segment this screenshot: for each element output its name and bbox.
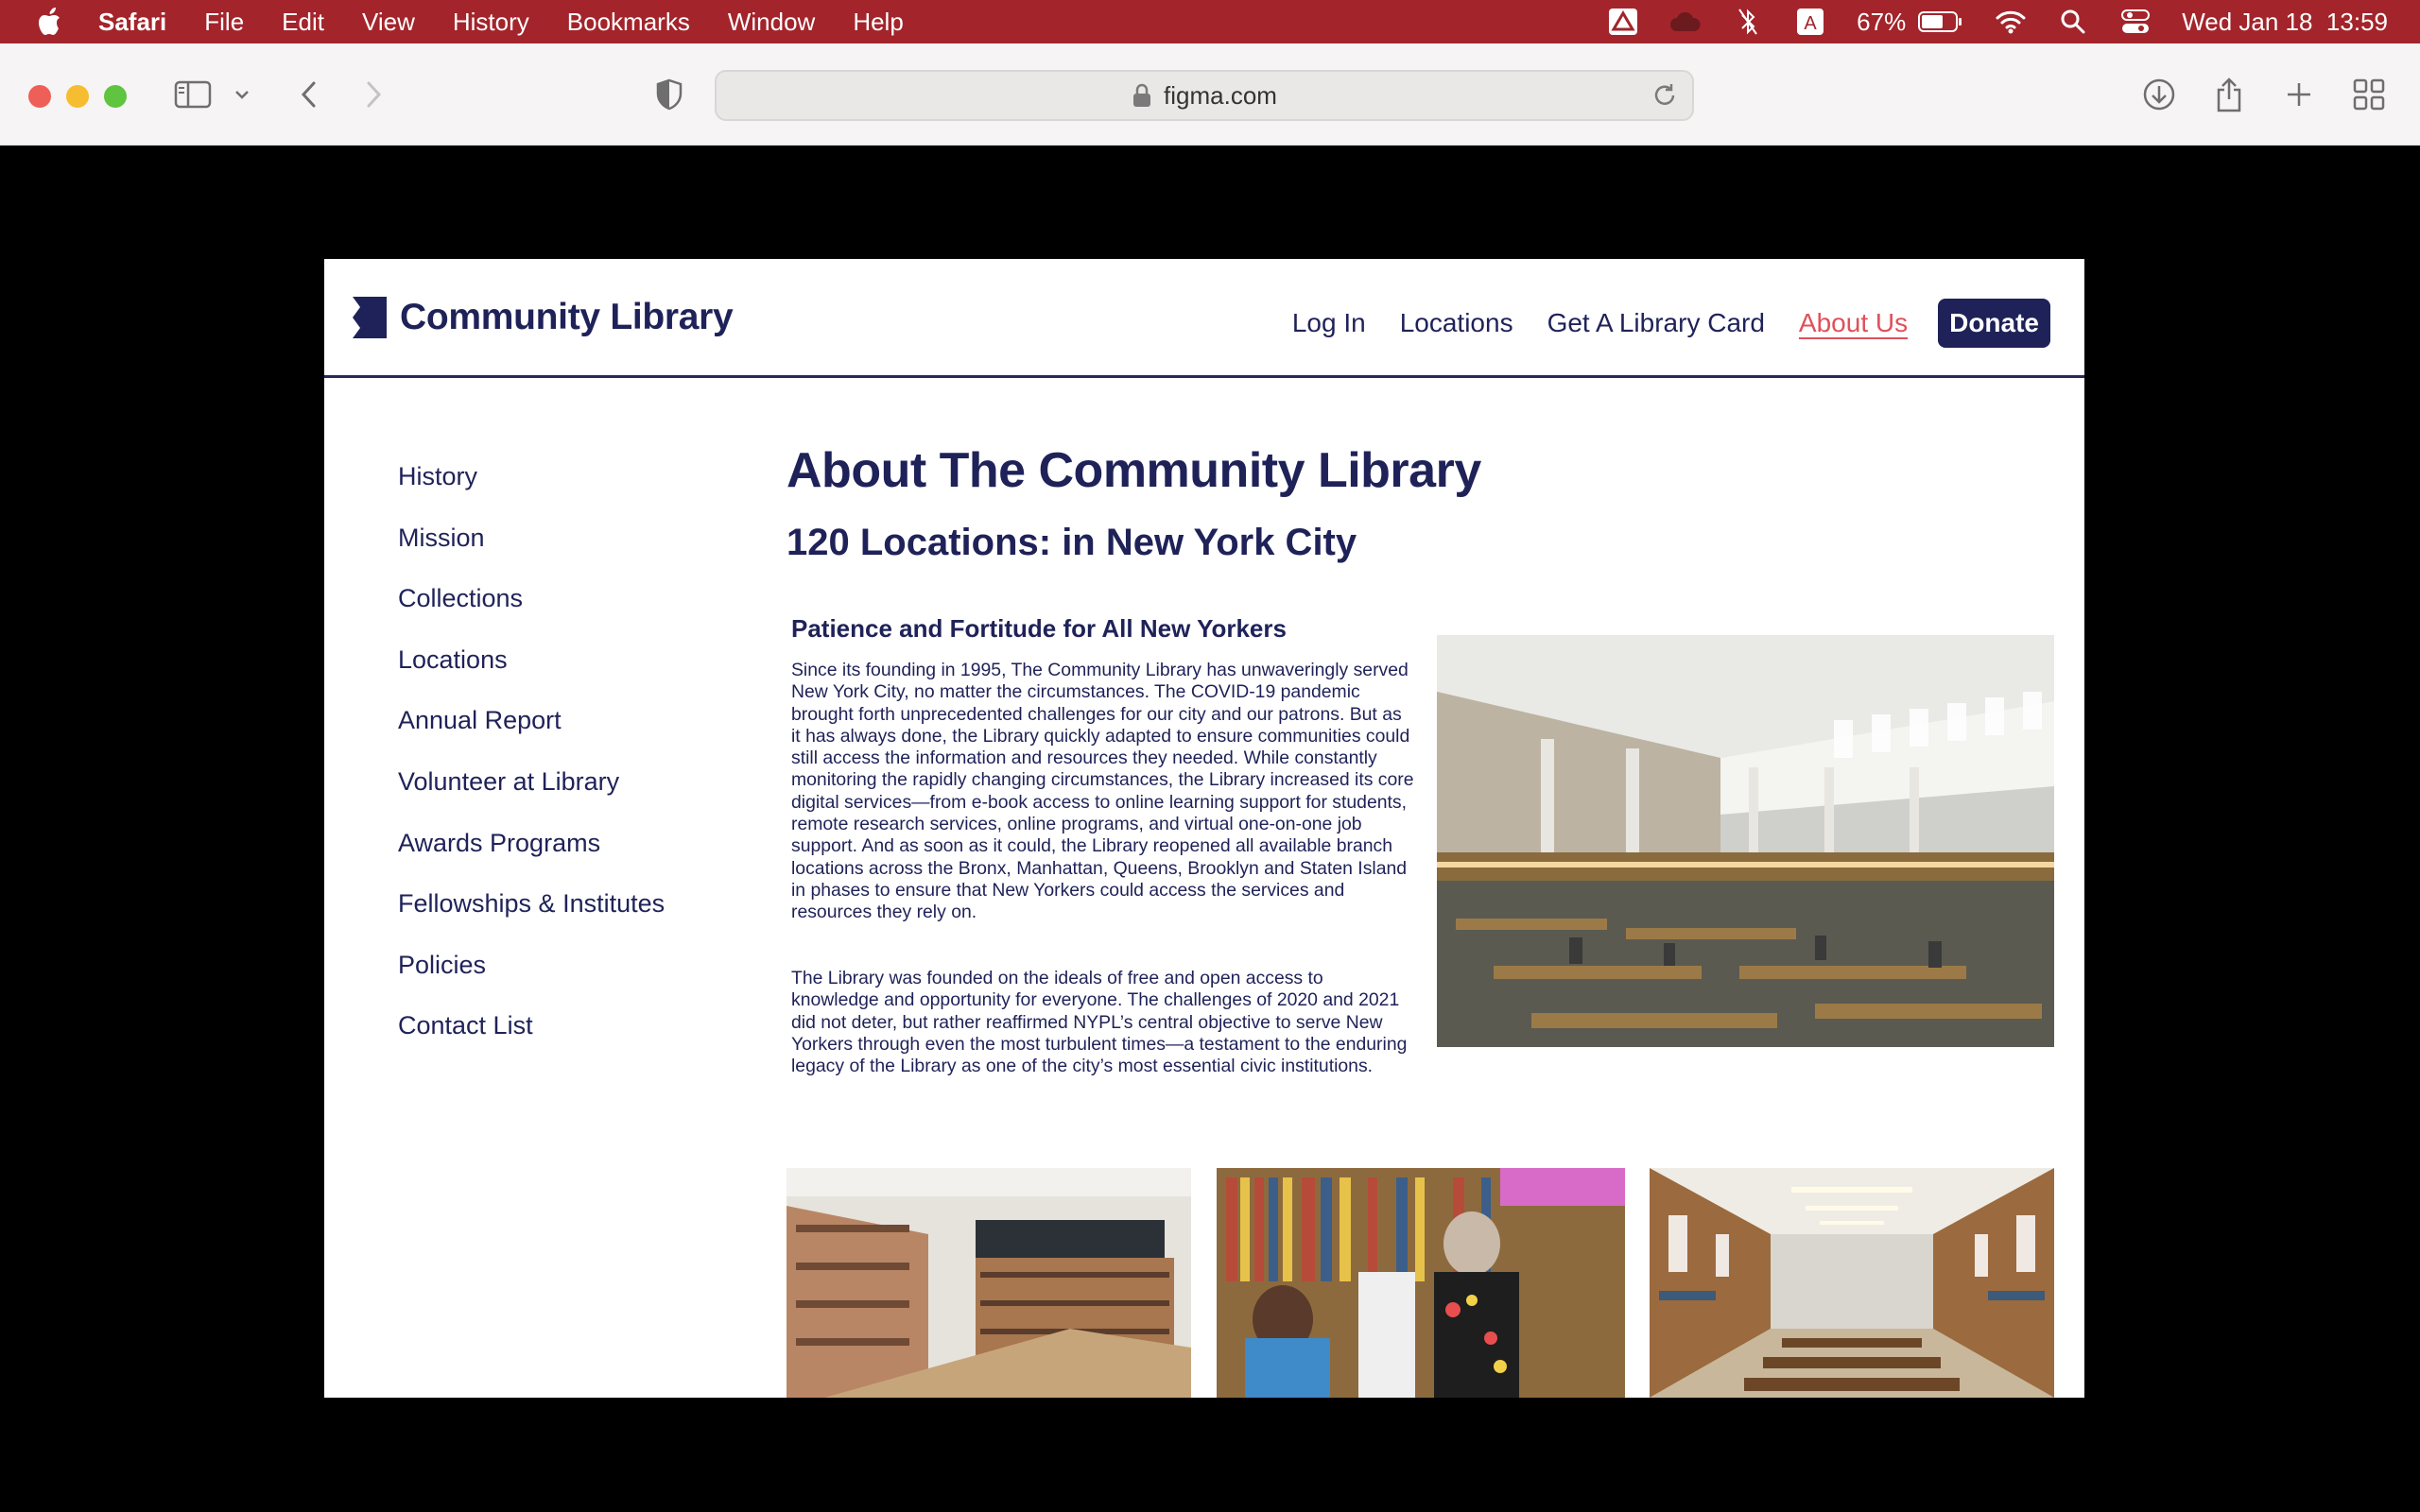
forward-arrow-icon[interactable] bbox=[352, 72, 397, 117]
donate-button[interactable]: Donate bbox=[1938, 299, 2050, 348]
sidebar-item-mission[interactable]: Mission bbox=[398, 519, 665, 580]
zoom-window-button[interactable] bbox=[104, 85, 127, 108]
minimize-window-button[interactable] bbox=[66, 85, 89, 108]
sidebar-item-volunteer[interactable]: Volunteer at Library bbox=[398, 763, 665, 824]
menu-help[interactable]: Help bbox=[853, 8, 903, 37]
body-paragraph-2: The Library was founded on the ideals of… bbox=[791, 968, 1408, 1077]
downloads-icon[interactable] bbox=[2136, 72, 2182, 117]
nav-login-link[interactable]: Log In bbox=[1292, 308, 1366, 338]
menu-file[interactable]: File bbox=[204, 8, 244, 37]
macos-menu-bar: Safari File Edit View History Bookmarks … bbox=[0, 0, 2420, 43]
drive-icon[interactable] bbox=[1607, 6, 1639, 38]
battery-icon[interactable] bbox=[1917, 6, 1964, 38]
sidebar-item-annual-report[interactable]: Annual Report bbox=[398, 701, 665, 763]
menu-window[interactable]: Window bbox=[728, 8, 815, 37]
site-header: Community Library Log In Locations Get A… bbox=[324, 259, 2084, 378]
new-tab-plus-icon[interactable] bbox=[2276, 72, 2322, 117]
tab-overview-icon[interactable] bbox=[2346, 72, 2392, 117]
back-arrow-icon[interactable] bbox=[285, 72, 331, 117]
sidebar-item-contact-list[interactable]: Contact List bbox=[398, 1006, 665, 1068]
menu-history[interactable]: History bbox=[453, 8, 529, 37]
page-title: About The Community Library bbox=[786, 443, 1481, 498]
reload-icon[interactable] bbox=[1651, 81, 1679, 110]
sidebar-toggle-icon[interactable] bbox=[170, 72, 216, 117]
share-icon[interactable] bbox=[2206, 72, 2252, 117]
main-nav: Log In Locations Get A Library Card Abou… bbox=[1258, 299, 2050, 348]
lock-icon bbox=[1133, 83, 1151, 107]
chevron-down-icon[interactable] bbox=[225, 72, 259, 117]
web-page: Community Library Log In Locations Get A… bbox=[324, 259, 2084, 1398]
spotlight-search-icon[interactable] bbox=[2057, 6, 2089, 38]
reading-room-photo bbox=[1437, 635, 2054, 1047]
nav-about-us-link[interactable]: About Us bbox=[1799, 308, 1908, 338]
close-window-button[interactable] bbox=[28, 85, 51, 108]
svg-text:A: A bbox=[1804, 13, 1817, 34]
patrons-bookshelves-photo bbox=[1217, 1168, 1625, 1398]
wifi-icon[interactable] bbox=[1995, 6, 2027, 38]
keyboard-input-icon[interactable]: A bbox=[1794, 6, 1826, 38]
privacy-shield-icon[interactable] bbox=[647, 72, 692, 117]
sidebar-item-fellowships[interactable]: Fellowships & Institutes bbox=[398, 885, 665, 946]
control-center-icon[interactable] bbox=[2119, 6, 2152, 38]
menu-app-safari[interactable]: Safari bbox=[98, 8, 166, 37]
site-logo[interactable]: Community Library bbox=[353, 297, 734, 338]
sidebar-item-history[interactable]: History bbox=[398, 457, 665, 519]
library-logo-icon bbox=[353, 297, 387, 338]
menubar-clock[interactable]: Wed Jan 18 13:59 bbox=[2182, 8, 2388, 37]
sidebar-item-policies[interactable]: Policies bbox=[398, 946, 665, 1007]
sidebar-item-awards[interactable]: Awards Programs bbox=[398, 824, 665, 885]
apple-logo-icon[interactable] bbox=[32, 3, 70, 41]
address-bar[interactable]: figma.com bbox=[715, 70, 1694, 121]
grand-hall-photo bbox=[1650, 1168, 2054, 1398]
url-text: figma.com bbox=[1164, 80, 1277, 110]
bluetooth-icon[interactable] bbox=[1732, 6, 1764, 38]
page-subtitle: 120 Locations: in New York City bbox=[786, 522, 1357, 563]
menu-bookmarks[interactable]: Bookmarks bbox=[567, 8, 690, 37]
sidebar-item-collections[interactable]: Collections bbox=[398, 579, 665, 641]
section-heading: Patience and Fortitude for All New Yorke… bbox=[791, 614, 1287, 643]
menu-edit[interactable]: Edit bbox=[282, 8, 324, 37]
battery-percentage: 67% bbox=[1857, 7, 1907, 36]
cloud-icon[interactable] bbox=[1669, 6, 1702, 38]
nav-locations-link[interactable]: Locations bbox=[1400, 308, 1513, 338]
menu-view[interactable]: View bbox=[362, 8, 415, 37]
about-sidebar-nav: History Mission Collections Locations An… bbox=[398, 457, 665, 1068]
site-logo-text: Community Library bbox=[400, 297, 734, 337]
study-room-photo bbox=[786, 1168, 1191, 1398]
nav-library-card-link[interactable]: Get A Library Card bbox=[1547, 308, 1765, 338]
sidebar-item-locations[interactable]: Locations bbox=[398, 641, 665, 702]
body-paragraph-1: Since its founding in 1995, The Communit… bbox=[791, 660, 1414, 923]
